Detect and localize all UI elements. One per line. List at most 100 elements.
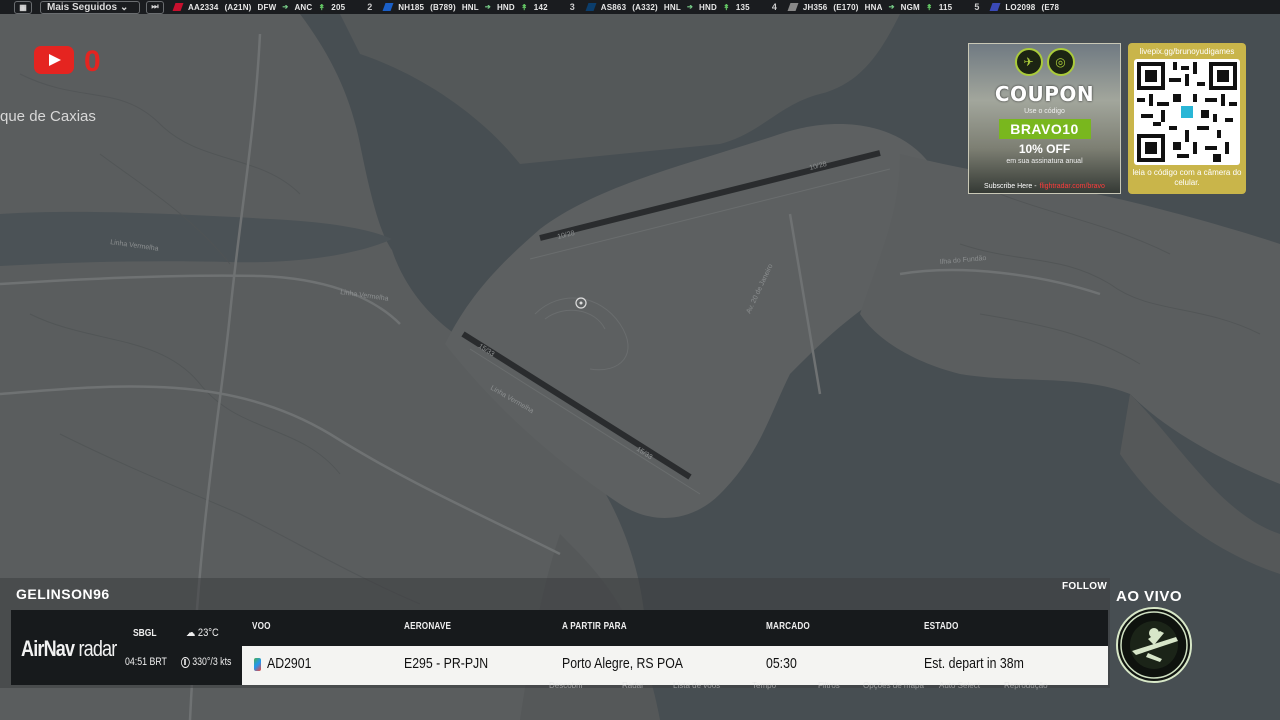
nav-map-options[interactable]: Opções de mapa xyxy=(863,681,924,690)
nav-filters[interactable]: Filtros xyxy=(818,681,840,690)
nav-flight-list[interactable]: Lista de voos xyxy=(673,681,720,690)
ticker-item[interactable]: AS863 (A332) HNL ➔ HND ↟ 135 xyxy=(585,2,750,12)
screen: ▦ Mais Seguidos ⌄ ⏭ AA2334 (A21N) DFW ➔ … xyxy=(0,0,1280,720)
skip-next-icon: ⏭ xyxy=(151,2,159,11)
ticker-origin: HNL xyxy=(663,2,681,12)
chevron-down-icon: ⌄ xyxy=(120,1,129,13)
ticker-destination: HND xyxy=(699,2,717,12)
altitude-icon: ↟ xyxy=(925,2,933,12)
header-flight: VOO xyxy=(252,621,271,632)
airport-code: SBGL xyxy=(133,628,157,639)
coupon-discount: 10% OFF xyxy=(1018,142,1071,156)
ticker-altitude: 135 xyxy=(735,2,750,12)
grid-menu-button[interactable]: ▦ xyxy=(14,0,32,14)
header-status: ESTADO xyxy=(924,621,959,632)
coupon-use-code-text: Use o código xyxy=(1024,108,1065,115)
follower-username: GELINSON96 xyxy=(16,586,110,602)
ticker-aircraft-type: (E78 xyxy=(1041,2,1060,12)
coupon-footer: Subscribe Here - flightradar.com/bravo xyxy=(969,183,1120,190)
coupon-title: COUPON xyxy=(994,82,1095,106)
ticker-rank: 5 xyxy=(974,2,980,12)
grid-icon: ▦ xyxy=(19,2,27,12)
ticker-aircraft-type: (A21N) xyxy=(224,2,252,12)
live-label: AO VIVO xyxy=(1116,588,1183,605)
airline-flag-icon xyxy=(254,658,261,671)
flight-ticker: AA2334 (A21N) DFW ➔ ANC ↟ 205 2 NH185 (B… xyxy=(172,2,1081,12)
ticker-callsign: AS863 xyxy=(600,2,627,12)
coupon-code: BRAVO10 xyxy=(998,119,1091,139)
ticker-origin: HNL xyxy=(461,2,479,12)
nav-playback[interactable]: Reprodução xyxy=(1004,681,1048,690)
header-aircraft: AERONAVE xyxy=(404,621,452,632)
nav-weather[interactable]: Tempo xyxy=(752,681,776,690)
most-followed-label: Mais Seguidos xyxy=(47,1,118,13)
ticker-aircraft-type: (B789) xyxy=(430,2,456,12)
map-place-label: que de Caxias xyxy=(0,108,96,125)
nav-radar[interactable]: Radar xyxy=(622,681,644,690)
airline-logo-icon xyxy=(172,3,184,11)
wind-value: 330°/3 kts xyxy=(192,656,232,668)
flightradar-badge-icon: ✈ xyxy=(1014,48,1043,76)
brand-radar: radar xyxy=(78,636,117,661)
ticker-item[interactable]: NH185 (B789) HNL ➔ HND ↟ 142 xyxy=(382,2,548,12)
airline-logo-icon xyxy=(382,3,394,11)
cell-status: Est. depart in 38m xyxy=(924,655,1024,672)
ticker-altitude: 205 xyxy=(331,2,346,12)
ticker-item[interactable]: AA2334 (A21N) DFW ➔ ANC ↟ 205 xyxy=(172,2,346,12)
ticker-origin: DFW xyxy=(257,2,277,12)
ticker-callsign: JH356 xyxy=(802,2,828,12)
airline-logo-icon xyxy=(989,3,1001,11)
ticker-item[interactable]: JH356 (E170) HNA ➔ NGM ↟ 115 xyxy=(787,2,953,12)
ticker-altitude: 115 xyxy=(938,2,953,12)
altitude-icon: ↟ xyxy=(520,2,528,12)
cell-flight: AD2901 xyxy=(267,655,312,672)
wind: 330°/3 kts xyxy=(181,656,231,668)
ticker-item[interactable]: LO2098 (E78 xyxy=(989,2,1060,12)
qr-code xyxy=(1134,59,1240,165)
arrow-right-icon: ➔ xyxy=(484,4,491,11)
cell-scheduled: 05:30 xyxy=(766,655,797,672)
ticker-destination: NGM xyxy=(900,2,920,12)
header-scheduled: MARCADO xyxy=(766,621,810,632)
altitude-icon: ↟ xyxy=(318,2,326,12)
qr-caption: leia o código com a câmera do celular. xyxy=(1132,168,1242,187)
cell-aircraft: E295 - PR-PJN xyxy=(404,655,489,672)
cell-route: Porto Alegre, RS POA xyxy=(562,655,684,672)
nav-auto-select[interactable]: Auto Select xyxy=(939,681,980,690)
skip-button[interactable]: ⏭ xyxy=(146,0,164,14)
coupon-ad: ✈ ◎ COUPON Use o código BRAVO10 10% OFF … xyxy=(968,43,1121,194)
coupon-footer-link[interactable]: flightradar.com/bravo xyxy=(1040,183,1105,190)
arrow-right-icon: ➔ xyxy=(282,4,289,11)
brand-airnav: AirNav xyxy=(21,636,75,661)
ticker-callsign: AA2334 xyxy=(188,2,219,12)
temperature: 23°C xyxy=(197,626,219,639)
most-followed-dropdown[interactable]: Mais Seguidos ⌄ xyxy=(40,0,140,14)
nav-discover[interactable]: Descobrir xyxy=(549,681,583,690)
donation-qr-card: livepix.gg/brunoyudigames leia o código … xyxy=(1128,43,1246,194)
ticker-callsign: NH185 xyxy=(398,2,425,12)
airline-logo-icon xyxy=(585,3,597,11)
header-route: A PARTIR PARA xyxy=(562,621,627,632)
ticker-rank: 4 xyxy=(771,2,777,12)
ticker-callsign: LO2098 xyxy=(1005,2,1036,12)
channel-logo-icon xyxy=(1116,607,1192,683)
arrow-right-icon: ➔ xyxy=(686,4,694,11)
ticker-destination: HND xyxy=(496,2,515,12)
follow-label: FOLLOW xyxy=(1062,581,1108,592)
donation-url[interactable]: livepix.gg/brunoyudigames xyxy=(1132,47,1242,56)
cloud-icon: ☁ xyxy=(186,627,196,639)
ticker-aircraft-type: (A332) xyxy=(632,2,658,12)
youtube-subscriber-count: 0 xyxy=(84,45,101,78)
altitude-icon: ↟ xyxy=(722,2,730,12)
ticker-aircraft-type: (E170) xyxy=(833,2,859,12)
ticker-destination: ANC xyxy=(294,2,313,12)
ticker-rank: 2 xyxy=(367,2,373,12)
qr-code-icon xyxy=(1137,62,1237,162)
airnav-radar-logo: AirNav radar xyxy=(21,636,117,662)
weather: ☁ 23°C xyxy=(186,626,219,640)
local-time: 04:51 BRT xyxy=(125,656,167,668)
youtube-counter: 0 xyxy=(34,43,101,77)
ticker-altitude: 142 xyxy=(533,2,548,12)
arrow-right-icon: ➔ xyxy=(888,4,895,11)
coupon-plan-text: em sua assinatura anual xyxy=(1006,158,1083,165)
